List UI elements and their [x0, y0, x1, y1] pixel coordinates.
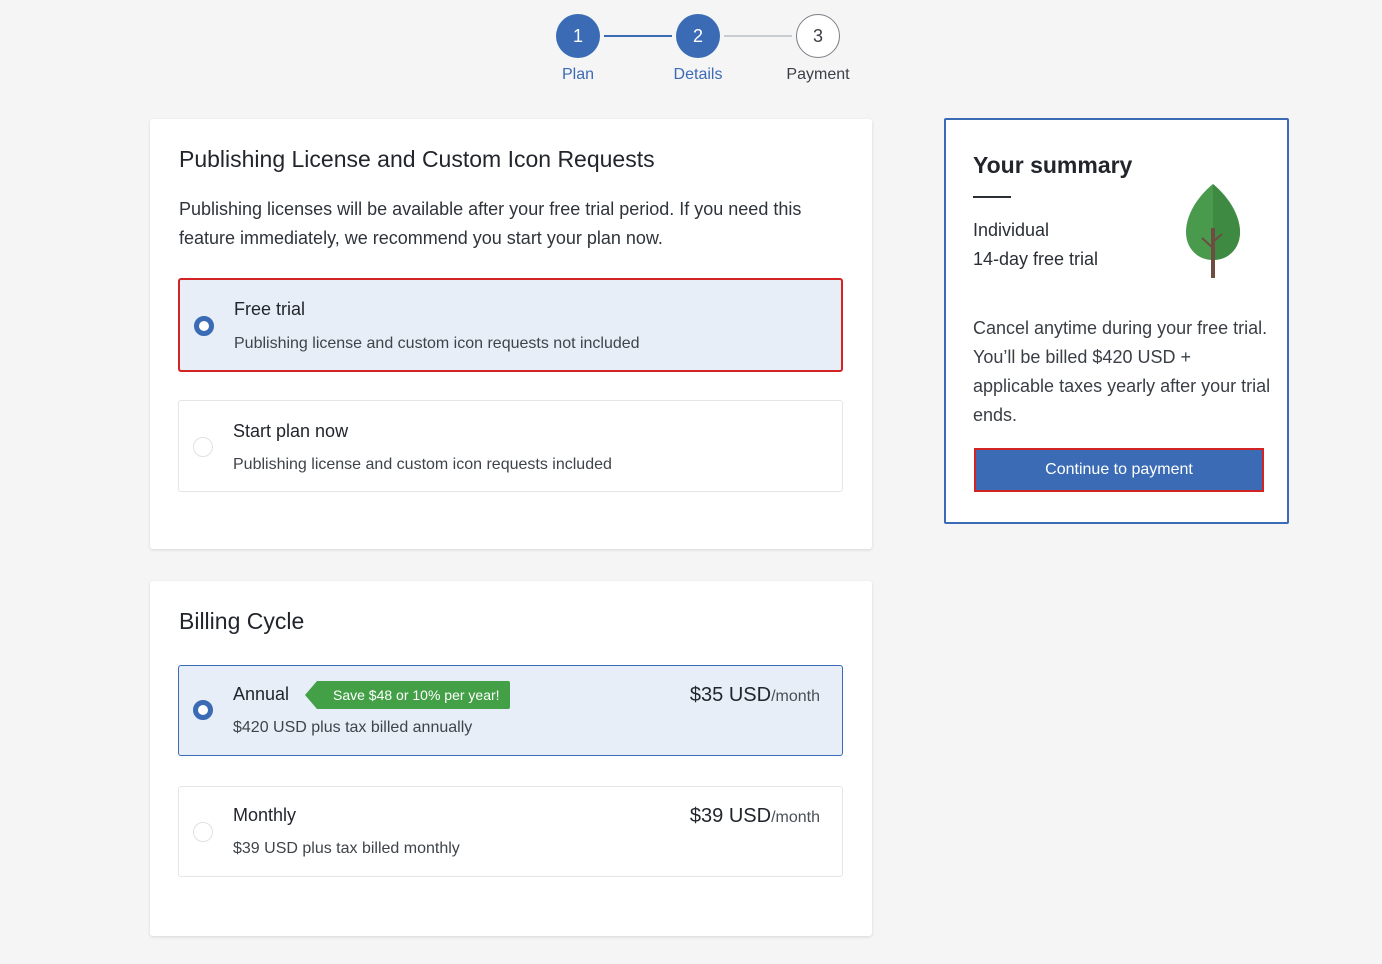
- summary-plan-trial: 14-day free trial: [973, 249, 1099, 269]
- summary-title: Your summary: [973, 152, 1133, 178]
- free-trial-radio[interactable]: [194, 316, 214, 336]
- summary-note: Cancel anytime during your free trial. Y…: [973, 318, 1271, 425]
- option-monthly[interactable]: Monthly $39 USD plus tax billed monthly …: [178, 786, 843, 877]
- summary-plan-name: Individual: [973, 220, 1050, 240]
- step-label-details: Details: [673, 66, 723, 83]
- annual-radio[interactable]: [193, 700, 213, 720]
- step-label-plan: Plan: [561, 66, 595, 83]
- summary-plan: Individual 14-day free trial: [973, 216, 1098, 274]
- step-plan[interactable]: 1 Plan: [556, 14, 600, 83]
- step-details[interactable]: 2 Details: [674, 14, 722, 83]
- monthly-subtitle: $39 USD plus tax billed monthly: [233, 840, 460, 857]
- option-start-plan-now[interactable]: Start plan now Publishing license and cu…: [178, 400, 843, 492]
- license-title: Publishing License and Custom Icon Reque…: [179, 146, 655, 172]
- annual-price-amount: $35 USD: [689, 684, 772, 706]
- license-card: Publishing License and Custom Icon Reque…: [150, 119, 872, 549]
- start-plan-radio[interactable]: [193, 437, 213, 457]
- annual-subtitle: $420 USD plus tax billed annually: [233, 719, 473, 736]
- annual-title: Annual: [233, 684, 290, 704]
- continue-to-payment-button[interactable]: Continue to payment: [974, 448, 1264, 492]
- summary-divider: [973, 196, 1011, 198]
- billing-card: Billing Cycle Annual Save $48 or 10% per…: [150, 581, 872, 936]
- monthly-price: $39 USD/month: [690, 805, 820, 828]
- step-payment: 3 Payment: [786, 14, 850, 83]
- start-plan-title: Start plan now: [233, 421, 349, 441]
- summary-panel: Your summary Individual 14-day free tria…: [944, 118, 1289, 524]
- free-trial-title: Free trial: [234, 299, 306, 319]
- monthly-price-period: /month: [771, 809, 820, 826]
- progress-stepper: 1 Plan 2 Details 3 Payment: [556, 14, 866, 88]
- step-number-2: 2: [676, 14, 720, 58]
- monthly-title: Monthly: [233, 805, 297, 825]
- tree-icon: [1186, 184, 1240, 278]
- monthly-radio[interactable]: [193, 822, 213, 842]
- step-connector-2: [724, 35, 792, 37]
- free-trial-subtitle: Publishing license and custom icon reque…: [234, 335, 640, 352]
- step-label-payment: Payment: [786, 66, 850, 83]
- license-description: Publishing licenses will be available af…: [179, 199, 802, 248]
- billing-title: Billing Cycle: [179, 608, 305, 634]
- step-number-1: 1: [556, 14, 600, 58]
- option-annual[interactable]: Annual Save $48 or 10% per year! $420 US…: [178, 665, 843, 756]
- step-connector-1: [604, 35, 672, 37]
- annual-price: $35 USD/month: [690, 684, 820, 707]
- start-plan-subtitle: Publishing license and custom icon reque…: [233, 456, 612, 473]
- option-free-trial[interactable]: Free trial Publishing license and custom…: [178, 278, 843, 372]
- step-number-3: 3: [796, 14, 840, 58]
- annual-price-period: /month: [771, 688, 820, 705]
- savings-badge: Save $48 or 10% per year!: [305, 681, 510, 709]
- monthly-price-amount: $39 USD: [689, 805, 772, 827]
